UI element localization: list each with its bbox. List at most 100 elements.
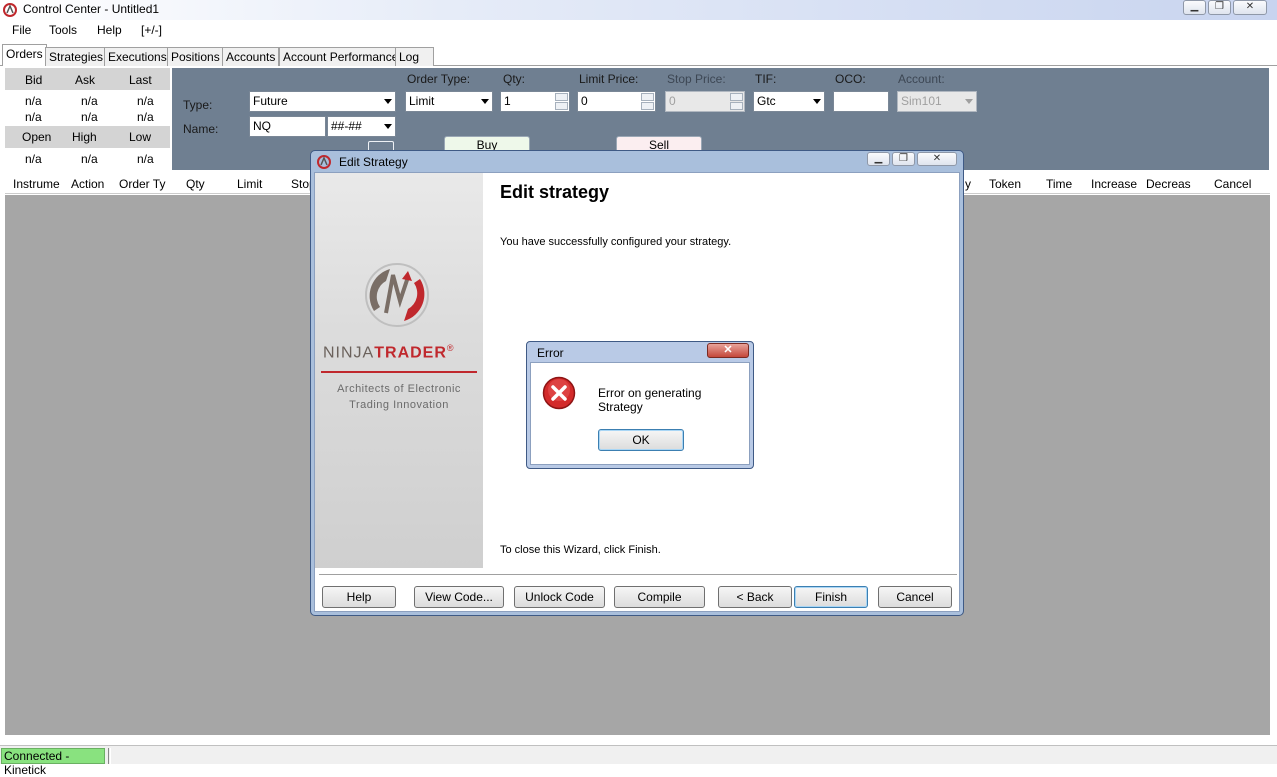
expiry-select[interactable]: ##-## — [327, 116, 396, 137]
connection-status: Connected - Kinetick — [1, 748, 105, 777]
compile-button[interactable]: Compile — [614, 586, 705, 608]
name-label: Name: — [183, 122, 219, 136]
column-header-limit[interactable]: Limit — [237, 177, 262, 191]
menu-file[interactable]: File — [12, 23, 31, 37]
ninjatrader-logo-icon — [3, 3, 17, 17]
oco-label: OCO: — [835, 72, 866, 86]
qty-stepper[interactable]: 1 — [500, 91, 570, 112]
column-header-decrease[interactable]: Decreas — [1146, 177, 1191, 191]
tif-select[interactable]: Gtc — [753, 91, 825, 112]
help-button[interactable]: Help — [322, 586, 396, 608]
ninjatrader-emblem-icon — [365, 263, 429, 327]
account-label: Account: — [898, 72, 945, 86]
quote-header-low: Low — [129, 130, 152, 144]
quote-value: n/a — [25, 94, 42, 108]
order-type-label: Order Type: — [407, 72, 471, 86]
quote-value: n/a — [81, 152, 98, 166]
qty-spin-buttons[interactable] — [555, 93, 568, 110]
menu-expand-toggle[interactable]: [+/-] — [141, 23, 162, 37]
minimize-button[interactable]: ▁ — [1183, 0, 1206, 15]
limit-price-spin-buttons[interactable] — [641, 93, 654, 110]
maximize-button[interactable]: ❐ — [1208, 0, 1231, 15]
chevron-down-icon — [481, 99, 489, 104]
error-dialog: Error ✕ Error on generating Strategy OK — [526, 341, 754, 469]
unlock-code-button[interactable]: Unlock Code — [514, 586, 605, 608]
error-dialog-title: Error — [537, 346, 564, 360]
brand-divider — [321, 371, 477, 373]
ninjatrader-logo-icon — [317, 155, 331, 169]
error-dialog-client: Error on generating Strategy OK — [530, 362, 750, 465]
column-header-increase[interactable]: Increase — [1091, 177, 1137, 191]
stop-price-label: Stop Price: — [667, 72, 726, 86]
chevron-down-icon — [965, 99, 973, 104]
column-header-order-type[interactable]: Order Ty — [119, 177, 165, 191]
view-code-button[interactable]: View Code... — [414, 586, 504, 608]
quote-header-bid: Bid — [25, 73, 43, 87]
brand-wordmark-trader: TRADER — [374, 344, 447, 362]
column-header-cancel[interactable]: Cancel — [1214, 177, 1251, 191]
cancel-button[interactable]: Cancel — [878, 586, 952, 608]
tab-strategies[interactable]: Strategies — [45, 47, 108, 66]
button-separator — [319, 574, 957, 576]
quote-value: n/a — [137, 152, 154, 166]
brand-tagline-1: Architects of Electronic — [337, 383, 461, 395]
finish-button[interactable]: Finish — [794, 586, 868, 608]
tab-orders[interactable]: Orders — [2, 44, 47, 66]
order-type-select[interactable]: Limit — [405, 91, 493, 112]
oco-input[interactable] — [833, 91, 889, 112]
window-title: Control Center - Untitled1 — [23, 2, 160, 16]
quote-value: n/a — [81, 110, 98, 124]
edit-strategy-title: Edit Strategy — [339, 155, 408, 169]
limit-price-label: Limit Price: — [579, 72, 639, 86]
menu-bar: File Tools Help [+/-] — [0, 20, 1277, 42]
limit-price-value: 0 — [581, 94, 588, 108]
stop-price-spin-buttons — [730, 93, 743, 110]
error-close-button[interactable]: ✕ — [707, 343, 749, 358]
quote-header-ask: Ask — [75, 73, 96, 87]
tab-strip: Orders Strategies Executions Positions A… — [0, 44, 1277, 66]
column-header-qty[interactable]: Qty — [186, 177, 205, 191]
tab-accounts[interactable]: Accounts — [222, 47, 280, 66]
column-header-instrument[interactable]: Instrume — [13, 177, 60, 191]
maximize-button[interactable]: ❐ — [892, 152, 915, 166]
close-button[interactable]: ✕ — [1233, 0, 1267, 15]
chevron-down-icon — [384, 124, 392, 129]
tab-positions[interactable]: Positions — [167, 47, 224, 66]
quote-header-open: Open — [22, 130, 52, 144]
brand-wordmark: NINJATRADER® — [323, 343, 475, 362]
back-button[interactable]: < Back — [718, 586, 792, 608]
instrument-name-input[interactable]: NQ — [249, 116, 326, 137]
menu-help[interactable]: Help — [97, 23, 122, 37]
tif-value: Gtc — [757, 94, 776, 108]
column-header-action[interactable]: Action — [71, 177, 104, 191]
ok-button[interactable]: OK — [598, 429, 684, 451]
chevron-down-icon — [384, 99, 392, 104]
title-bar: Control Center - Untitled1 ▁ ❐ ✕ — [0, 0, 1277, 20]
instrument-name-value: NQ — [253, 119, 271, 133]
wizard-heading: Edit strategy — [500, 182, 610, 202]
quote-header-last: Last — [129, 73, 152, 87]
error-message: Error on generating Strategy — [598, 386, 702, 414]
quote-panel: Bid Ask Last n/a n/a n/a n/a n/a n/a Ope… — [5, 68, 170, 170]
account-value: Sim101 — [901, 94, 942, 108]
limit-price-stepper[interactable]: 0 — [577, 91, 656, 112]
account-select: Sim101 — [897, 91, 977, 112]
tab-log[interactable]: Log — [395, 47, 434, 66]
order-type-value: Limit — [409, 94, 435, 108]
error-icon — [542, 376, 576, 410]
status-divider — [108, 748, 111, 764]
column-header-strategy[interactable]: y — [965, 177, 971, 191]
wizard-brand-sidebar: NINJATRADER® Architects of Electronic Tr… — [315, 173, 483, 568]
brand-wordmark-ninja: NINJA — [323, 344, 375, 362]
column-header-time[interactable]: Time — [1046, 177, 1072, 191]
close-button[interactable]: ✕ — [917, 152, 957, 166]
qty-label: Qty: — [503, 72, 526, 86]
minimize-button[interactable]: ▁ — [867, 152, 890, 166]
instrument-type-select[interactable]: Future — [249, 91, 396, 112]
stop-price-stepper: 0 — [665, 91, 745, 112]
quote-value: n/a — [25, 152, 42, 166]
menu-tools[interactable]: Tools — [49, 23, 77, 37]
tab-executions[interactable]: Executions — [104, 47, 171, 66]
tab-account-performance[interactable]: Account Performance — [279, 47, 403, 66]
column-header-token[interactable]: Token — [989, 177, 1021, 191]
